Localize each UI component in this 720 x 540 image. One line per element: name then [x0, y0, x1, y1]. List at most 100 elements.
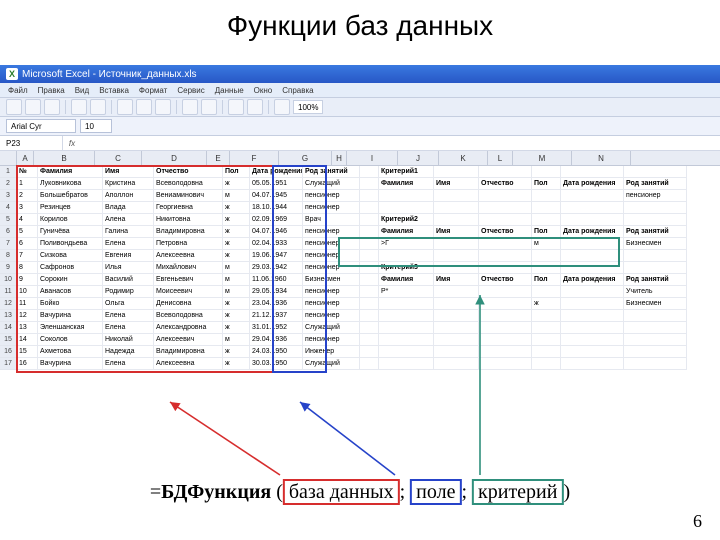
cell[interactable]: Инженер [303, 346, 360, 358]
cell[interactable]: м [532, 238, 561, 250]
cell[interactable] [360, 250, 379, 262]
cell[interactable] [479, 166, 532, 178]
cell[interactable]: Отчество [479, 274, 532, 286]
cell[interactable] [561, 298, 624, 310]
cell[interactable]: м [223, 286, 250, 298]
cell[interactable]: пенсионер [303, 238, 360, 250]
cell[interactable]: Резинцев [38, 202, 103, 214]
cell[interactable]: 29.04.1936 [250, 334, 303, 346]
cell[interactable]: Вачурина [38, 310, 103, 322]
cell[interactable]: Александровна [154, 322, 223, 334]
cell[interactable] [532, 202, 561, 214]
row-header[interactable]: 11 [0, 286, 17, 298]
cell[interactable] [561, 214, 624, 226]
cell[interactable]: Служащий [303, 358, 360, 370]
cell[interactable]: 19.06.1947 [250, 250, 303, 262]
cell[interactable] [624, 334, 687, 346]
cell[interactable]: ж [223, 178, 250, 190]
cell[interactable]: Аванасов [38, 286, 103, 298]
cell[interactable]: 24.03.1950 [250, 346, 303, 358]
cell[interactable] [561, 202, 624, 214]
cell[interactable] [532, 358, 561, 370]
cell[interactable] [532, 346, 561, 358]
save-icon[interactable] [44, 99, 60, 115]
cell[interactable] [532, 250, 561, 262]
cell[interactable]: Р* [379, 286, 434, 298]
cell[interactable]: Алексеевна [154, 250, 223, 262]
font-combo[interactable]: Arial Cyr [6, 119, 76, 133]
menubar[interactable]: Файл Правка Вид Вставка Формат Сервис Да… [0, 83, 720, 97]
row-header[interactable]: 17 [0, 358, 17, 370]
cell[interactable]: 7 [17, 250, 38, 262]
cell[interactable]: ж [223, 250, 250, 262]
cell[interactable]: 3 [17, 202, 38, 214]
cell[interactable]: Врач [303, 214, 360, 226]
cell[interactable]: 14 [17, 334, 38, 346]
cell[interactable]: Алексеевна [154, 358, 223, 370]
cell[interactable]: пенсионер [303, 250, 360, 262]
cell[interactable]: 11 [17, 298, 38, 310]
cell[interactable] [624, 202, 687, 214]
menu-format[interactable]: Формат [139, 86, 167, 95]
cell[interactable] [379, 358, 434, 370]
cell[interactable] [434, 310, 479, 322]
cell[interactable]: Всеволодовна [154, 178, 223, 190]
row-header[interactable]: 14 [0, 322, 17, 334]
cell[interactable] [561, 286, 624, 298]
cell[interactable]: пенсионер [303, 202, 360, 214]
cell[interactable] [379, 322, 434, 334]
cell[interactable] [379, 334, 434, 346]
row-header[interactable]: 3 [0, 190, 17, 202]
cell[interactable] [561, 334, 624, 346]
cell[interactable] [360, 262, 379, 274]
cell[interactable] [434, 262, 479, 274]
cell[interactable]: Николай [103, 334, 154, 346]
cell[interactable]: Фамилия [379, 226, 434, 238]
cell[interactable]: ж [223, 310, 250, 322]
cell[interactable] [434, 298, 479, 310]
cell[interactable]: Род занятий [624, 226, 687, 238]
cell[interactable] [434, 346, 479, 358]
cell[interactable]: Фамилия [38, 166, 103, 178]
cell[interactable] [360, 322, 379, 334]
row-header[interactable]: 10 [0, 274, 17, 286]
cell[interactable]: 12 [17, 310, 38, 322]
cell[interactable]: Влада [103, 202, 154, 214]
cell[interactable] [360, 310, 379, 322]
cell[interactable]: Дата рождения [561, 226, 624, 238]
cell[interactable]: пенсионер [303, 298, 360, 310]
cell[interactable] [479, 358, 532, 370]
cell[interactable]: Ольга [103, 298, 154, 310]
menu-data[interactable]: Данные [215, 86, 244, 95]
cell[interactable] [479, 286, 532, 298]
cell[interactable] [360, 358, 379, 370]
cell[interactable]: 8 [17, 262, 38, 274]
size-combo[interactable]: 10 [80, 119, 112, 133]
col-header-H[interactable]: H [332, 151, 347, 165]
cell[interactable] [479, 298, 532, 310]
cell[interactable]: пенсионер [303, 286, 360, 298]
cell[interactable] [434, 286, 479, 298]
cell[interactable] [479, 238, 532, 250]
col-header-G[interactable]: G [279, 151, 332, 165]
cell[interactable]: ж [223, 358, 250, 370]
cell[interactable]: Василий [103, 274, 154, 286]
col-header-J[interactable]: J [398, 151, 439, 165]
cell[interactable]: 29.03.1942 [250, 262, 303, 274]
new-icon[interactable] [6, 99, 22, 115]
cell[interactable]: Луковникова [38, 178, 103, 190]
menu-help[interactable]: Справка [282, 86, 313, 95]
cell[interactable]: Бизнесмен [303, 274, 360, 286]
cut-icon[interactable] [117, 99, 133, 115]
cell[interactable] [561, 190, 624, 202]
cell[interactable] [532, 214, 561, 226]
cell[interactable]: ж [223, 202, 250, 214]
cell[interactable]: м [223, 262, 250, 274]
cell[interactable]: Служащий [303, 322, 360, 334]
cell[interactable]: Елена [103, 322, 154, 334]
cell[interactable]: 02.09.1969 [250, 214, 303, 226]
menu-tools[interactable]: Сервис [177, 86, 204, 95]
cell[interactable]: Моисеевич [154, 286, 223, 298]
cell[interactable] [479, 310, 532, 322]
cell[interactable]: 13 [17, 322, 38, 334]
